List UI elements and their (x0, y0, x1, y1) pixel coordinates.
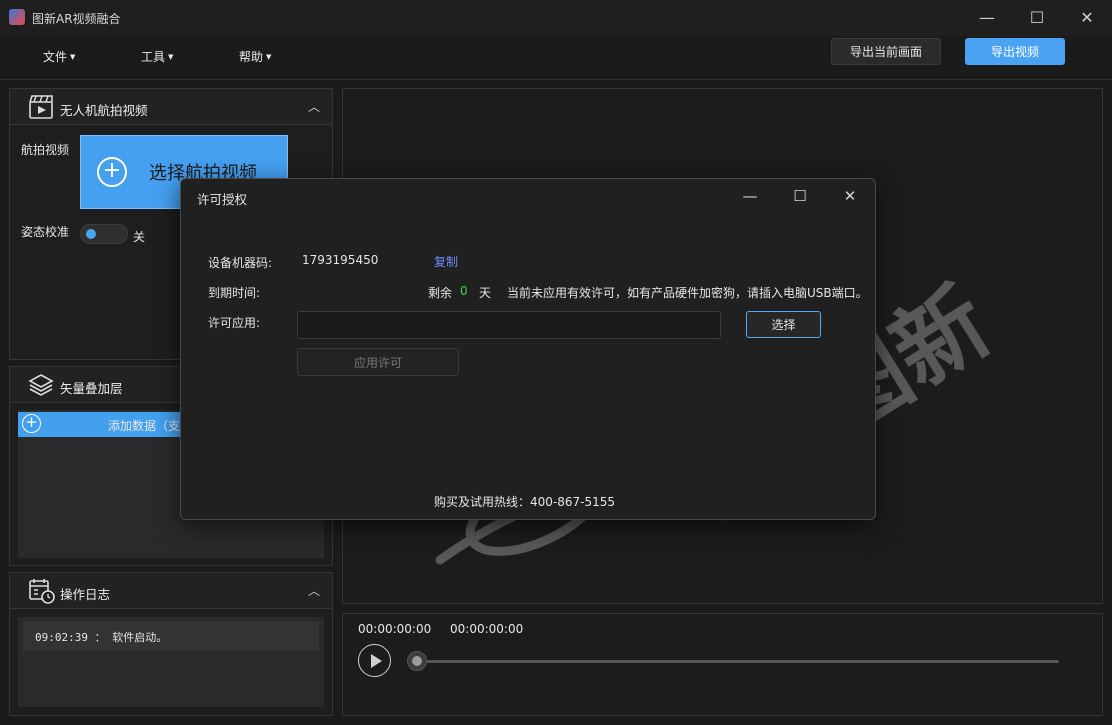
close-icon: ✕ (843, 187, 857, 205)
vector-panel-title: 矢量叠加层 (60, 381, 123, 396)
plus-circle-icon: + (97, 157, 127, 187)
select-license-button[interactable]: 选择 (746, 311, 821, 338)
close-button[interactable]: ✕ (1067, 4, 1107, 30)
menu-tools[interactable]: 工具 ▼ (141, 48, 173, 65)
license-file-input[interactable] (297, 311, 721, 339)
app-title: 图新AR视频融合 (32, 12, 121, 26)
export-frame-button[interactable]: 导出当前画面 (831, 38, 941, 65)
remaining-days: 0 (460, 284, 468, 298)
maximize-button[interactable]: ☐ (1017, 4, 1057, 30)
minimize-button[interactable]: — (967, 4, 1007, 30)
progress-track[interactable] (418, 660, 1059, 663)
maximize-icon: ☐ (1029, 7, 1045, 27)
app-logo-icon (9, 9, 25, 25)
device-code-value: 1793195450 (302, 253, 379, 267)
log-entry: 09:02:39 ： 软件启动。 (23, 621, 319, 651)
close-icon: ✕ (1080, 7, 1094, 27)
dialog-close-button[interactable]: ✕ (832, 184, 868, 208)
caret-down-icon: ▼ (266, 53, 272, 61)
progress-slider-thumb[interactable] (407, 651, 427, 671)
menu-help[interactable]: 帮助 ▼ (239, 48, 271, 65)
remaining-prefix: 剩余 (428, 286, 453, 300)
attitude-state-label: 关 (133, 230, 146, 244)
clapperboard-icon (29, 95, 53, 119)
export-video-button[interactable]: 导出视频 (965, 38, 1065, 65)
menu-file[interactable]: 文件 ▼ (43, 48, 75, 65)
license-dialog: 许可授权 (180, 178, 876, 520)
expiry-label: 到期时间: (208, 286, 261, 300)
menu-divider (0, 79, 1112, 80)
aerial-panel-title: 无人机航拍视频 (60, 103, 148, 118)
log-entry-text: 09:02:39 ： 软件启动。 (35, 631, 168, 644)
add-data-label: 添加数据（支 (108, 419, 181, 433)
device-code-label: 设备机器码: (208, 256, 273, 270)
remaining-suffix: 天 (479, 286, 492, 300)
caret-down-icon: ▼ (168, 53, 174, 61)
maximize-icon: ☐ (793, 187, 807, 205)
attitude-calibration-label: 姿态校准 (21, 225, 70, 239)
log-panel-title: 操作日志 (60, 587, 111, 602)
chevron-up-icon[interactable]: ︿ (308, 98, 320, 115)
minimize-icon: — (979, 7, 995, 27)
dialog-title: 许可授权 (197, 192, 248, 207)
current-time: 00:00:00:00 (358, 622, 432, 636)
dialog-minimize-button[interactable]: — (732, 184, 768, 208)
menu-tools-label: 工具 (141, 50, 166, 64)
toggle-knob (86, 229, 96, 239)
menu-file-label: 文件 (43, 50, 68, 64)
minimize-icon: — (742, 187, 758, 205)
license-notice: 当前未应用有效许可，如有产品硬件加密狗，请插入电脑USB端口。 (507, 286, 868, 300)
caret-down-icon: ▼ (70, 53, 76, 61)
copy-link[interactable]: 复制 (434, 253, 458, 270)
play-button[interactable] (358, 644, 391, 677)
aerial-video-label: 航拍视频 (21, 143, 70, 157)
plus-circle-icon: + (22, 414, 41, 433)
chevron-up-icon[interactable]: ︿ (308, 582, 320, 599)
menu-help-label: 帮助 (239, 50, 264, 64)
hotline-text: 购买及试用热线：400-867-5155 (434, 495, 616, 509)
calendar-clock-icon (29, 579, 55, 604)
title-bar (0, 0, 1112, 36)
dialog-maximize-button[interactable]: ☐ (782, 184, 818, 208)
total-time: 00:00:00:00 (450, 622, 524, 636)
log-panel-header[interactable]: 操作日志 ︿ (10, 573, 332, 609)
attitude-calibration-toggle[interactable] (80, 224, 128, 244)
apply-license-button[interactable]: 应用许可 (297, 348, 459, 376)
license-apply-label: 许可应用: (208, 316, 261, 330)
aerial-panel-header[interactable]: 无人机航拍视频 ︿ (10, 89, 332, 125)
layers-icon (28, 374, 54, 396)
